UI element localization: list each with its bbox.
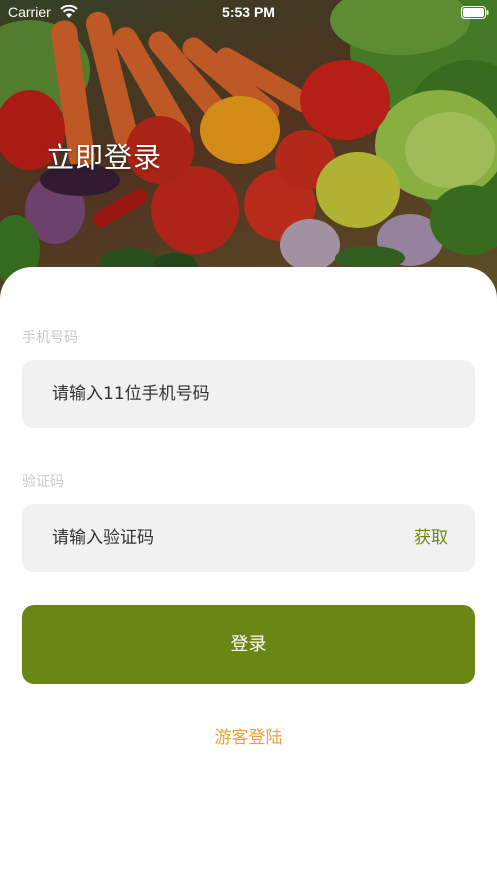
status-bar: Carrier 5:53 PM bbox=[0, 0, 497, 26]
login-screen: Carrier 5:53 PM 立即登录 手机号码 验证码 获取 bbox=[0, 0, 497, 883]
battery-icon bbox=[461, 6, 489, 23]
phone-input[interactable] bbox=[52, 360, 452, 428]
login-button[interactable]: 登录 bbox=[22, 605, 475, 684]
code-input[interactable] bbox=[52, 504, 372, 572]
code-field[interactable]: 获取 bbox=[22, 504, 475, 572]
guest-login-link[interactable]: 游客登陆 bbox=[0, 723, 497, 748]
phone-label: 手机号码 bbox=[22, 330, 78, 346]
get-code-button[interactable]: 获取 bbox=[414, 504, 448, 572]
status-time: 5:53 PM bbox=[222, 4, 275, 20]
code-label: 验证码 bbox=[22, 474, 64, 490]
page-title: 立即登录 bbox=[46, 141, 163, 174]
login-card: 手机号码 验证码 获取 登录 游客登陆 bbox=[0, 267, 497, 883]
phone-field[interactable] bbox=[22, 360, 475, 428]
